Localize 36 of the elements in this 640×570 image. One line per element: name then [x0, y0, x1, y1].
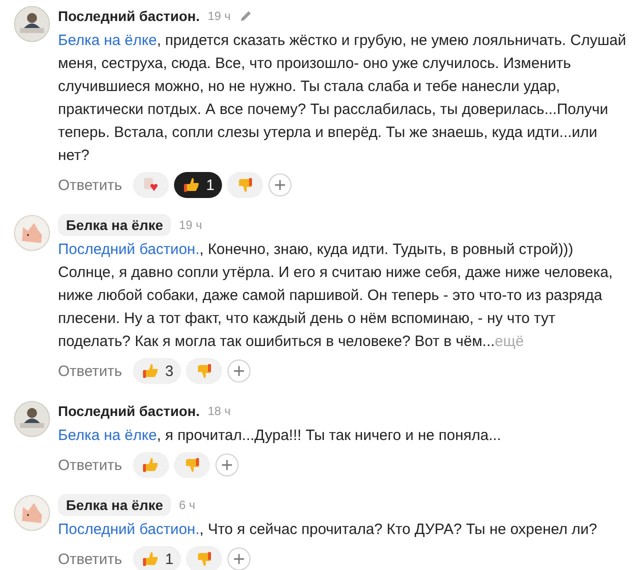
add-reaction-icon[interactable]: [227, 359, 252, 383]
dislike-button[interactable]: [186, 358, 222, 384]
author-name[interactable]: Последний бастион.: [58, 8, 200, 24]
mention-link[interactable]: Белка на ёлке: [58, 32, 157, 49]
avatar[interactable]: [14, 401, 50, 437]
dislike-button[interactable]: [227, 172, 264, 198]
mention-link[interactable]: Последний бастион.: [58, 521, 200, 538]
dislike-button[interactable]: [186, 546, 222, 570]
comment-text: Последний бастион., Конечно, знаю, куда идти. Тудыть, в ровный строй))) Солнце, я давно сопли утёрла. И его я считаю ниже себя, даже ниже человека, ниже любой собаки, даже самой паршивой. Он теперь - это что-то из разряда плесени. Ну а тот факт, что каждый день о нём вспоминаю, - ну что тут поделать? Как я могла так ошибиться в человеке? Вот в чём...ещё: [58, 240, 614, 352]
like-button[interactable]: [133, 452, 170, 478]
comment-text: Белка на ёлке, придется сказать жёстко и грубую, не умею лояльничать. Слушай меня, сеструха, сюда. Все, что произошло- оно уже случилось. Изменить случившиеся можно, но не нужно. Ты стала слаба и тебе нанесли удар, практически потдых. А все почему? Ты расслабилась, ты доверилась...Получи теперь. Встала, сопли слезы утерла и вперёд. Ты же знаешь, куда идти...или нет?: [58, 31, 628, 166]
timestamp: 19 ч: [179, 218, 202, 232]
mention-link[interactable]: Белка на ёлке: [58, 427, 157, 444]
timestamp: 19 ч: [208, 9, 231, 23]
add-reaction-icon[interactable]: [268, 173, 292, 197]
dislike-button[interactable]: [174, 452, 210, 478]
reply-link[interactable]: Ответить: [58, 550, 122, 568]
author-name[interactable]: Белка на ёлке: [58, 494, 172, 516]
love-reaction-button[interactable]: [133, 172, 170, 198]
like-button[interactable]: 1: [133, 546, 182, 570]
reply-link[interactable]: Ответить: [58, 176, 122, 194]
timestamp: 18 ч: [208, 404, 231, 418]
like-button[interactable]: 3: [133, 358, 182, 384]
add-reaction-icon[interactable]: [215, 453, 240, 477]
comment-text: Последний бастион., Что я сейчас прочитала? Кто ДУРА? Ты не охренел ли?: [58, 520, 598, 540]
pencil-icon[interactable]: [238, 9, 253, 23]
author-name[interactable]: Белка на ёлке: [58, 214, 172, 236]
reply-link[interactable]: Ответить: [58, 362, 122, 380]
like-button[interactable]: 1: [174, 172, 222, 198]
mention-link[interactable]: Последний бастион.: [58, 241, 200, 258]
avatar[interactable]: [14, 6, 50, 42]
add-reaction-icon[interactable]: [227, 547, 252, 570]
reply-link[interactable]: Ответить: [58, 456, 122, 474]
timestamp: 6 ч: [179, 498, 196, 512]
comment-text: Белка на ёлке, я прочитал...Дура!!! Ты так ничего и не поняла...: [58, 426, 502, 446]
author-name[interactable]: Последний бастион.: [58, 403, 200, 419]
